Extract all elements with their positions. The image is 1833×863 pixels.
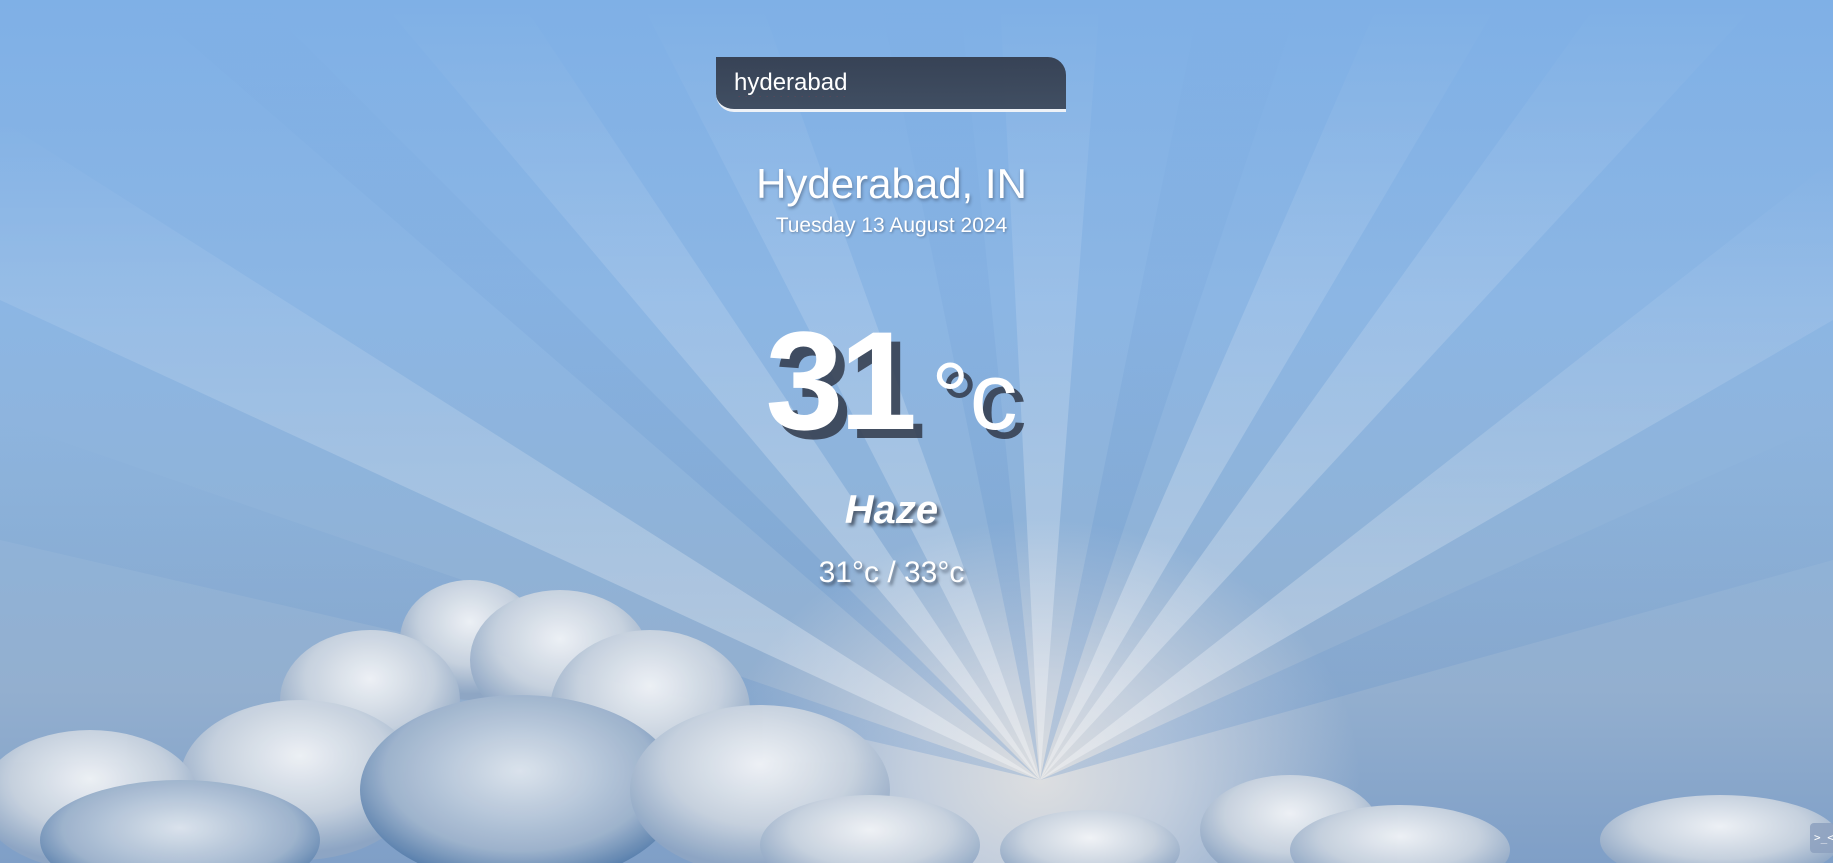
location-name: Hyderabad, IN bbox=[756, 160, 1027, 207]
current-temperature: 31 °c bbox=[0, 300, 1783, 462]
temperature-unit: °c bbox=[931, 343, 1018, 450]
temperature-range: 31°c / 33°c bbox=[818, 556, 965, 589]
weather-condition: Haze bbox=[844, 488, 939, 532]
terminal-icon[interactable]: >_< bbox=[1810, 823, 1833, 853]
city-search-input[interactable] bbox=[716, 57, 1066, 112]
temperature-value: 31 bbox=[765, 302, 917, 459]
current-date: Tuesday 13 August 2024 bbox=[775, 214, 1008, 237]
